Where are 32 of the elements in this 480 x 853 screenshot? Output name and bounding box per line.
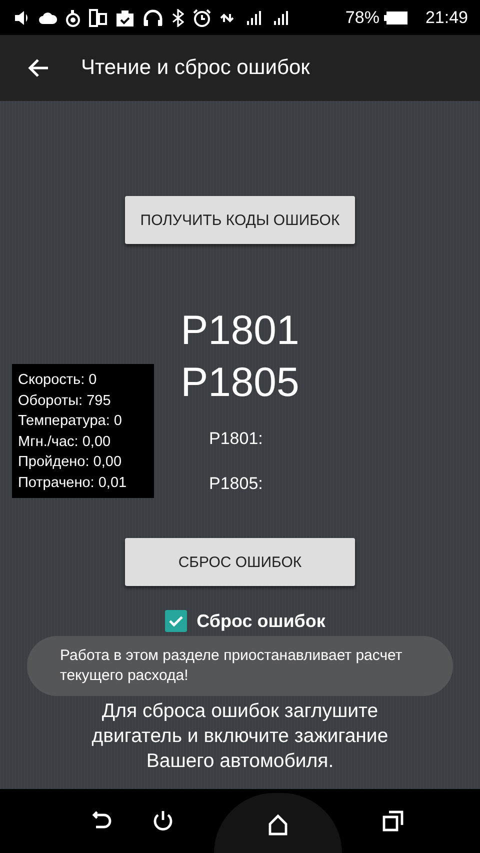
- data-arrows-icon: [220, 12, 234, 22]
- error-code: P1805: [180, 358, 300, 407]
- get-codes-button[interactable]: ПОЛУЧИТЬ КОДЫ ОШИБОК: [125, 196, 355, 244]
- battery-icon: [384, 10, 408, 24]
- stat-line: Температура: 0: [18, 412, 123, 431]
- stat-line: Потрачено: 0,01: [18, 474, 128, 492]
- reset-errors-button[interactable]: СБРОС ОШИБОК: [125, 538, 355, 586]
- bluetooth-icon: [172, 8, 184, 26]
- stat-line: Скорость: 0: [18, 371, 98, 390]
- stat-line: Мгн./час: 0,00: [18, 432, 112, 452]
- stat-line: Обороты: 795: [18, 392, 112, 410]
- error-code: P1801: [180, 306, 300, 355]
- power-icon[interactable]: [152, 810, 174, 832]
- battery-percent: 78%: [345, 8, 380, 28]
- recent-apps-icon[interactable]: [382, 810, 404, 832]
- toast-message: Работа в этом разделе приостанавливает расчет текущего расхода!: [27, 636, 453, 696]
- checkbox-label: Сброс ошибок: [196, 610, 326, 632]
- screen-title: Чтение и сброс ошибок: [81, 56, 310, 80]
- headphones-icon: [143, 8, 163, 26]
- briefcase-icon: [116, 8, 134, 26]
- instruction-text: Для сброса ошибок заглушите двигатель и включите зажигание Вашего автомобиля.: [90, 699, 390, 774]
- code-detail: P1805:: [209, 473, 264, 494]
- code-detail: P1801:: [209, 428, 264, 449]
- alarm-icon: [193, 8, 211, 26]
- clock-time: 21:49: [425, 8, 468, 28]
- stat-line: Пройдено: 0,00: [18, 453, 123, 472]
- cloud-icon: [39, 12, 57, 24]
- back-arrow-icon[interactable]: [27, 58, 49, 78]
- home-icon[interactable]: [267, 814, 289, 836]
- volume-icon: [14, 10, 30, 26]
- checkbox[interactable]: [164, 610, 187, 632]
- back-icon[interactable]: [90, 811, 112, 831]
